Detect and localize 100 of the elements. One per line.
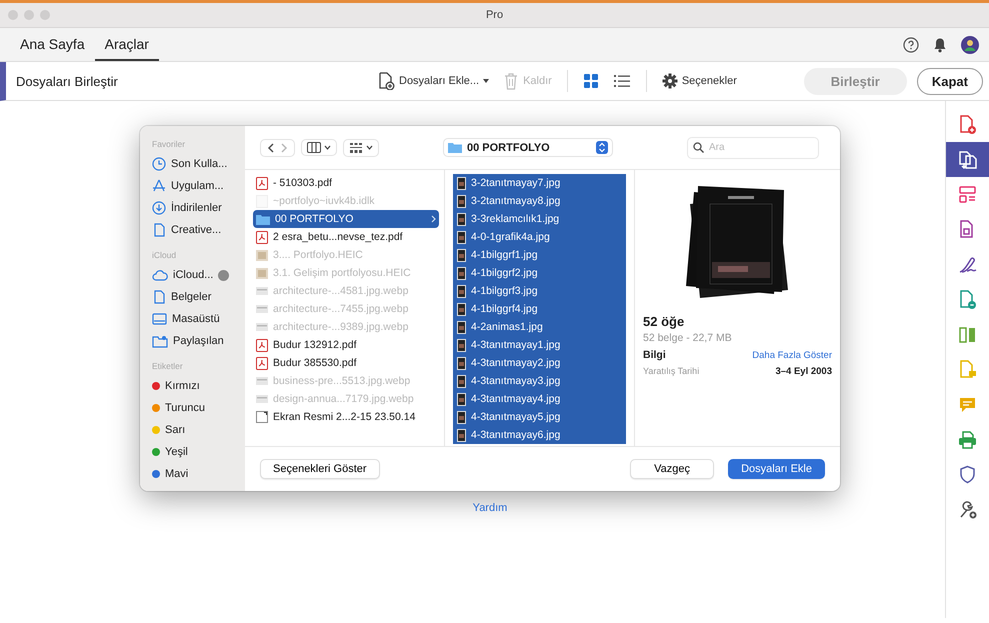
sidebar-item[interactable]: Uygulam... (152, 175, 245, 197)
sidebar-item[interactable]: Son Kulla... (152, 153, 245, 175)
help-icon[interactable] (903, 36, 919, 52)
back-icon (266, 142, 276, 154)
image-thumbnail-icon (457, 374, 466, 388)
document-icon (152, 223, 166, 237)
trash-icon (503, 72, 520, 90)
caret-icon (366, 145, 373, 150)
window-title: Pro (486, 9, 504, 21)
desktop-icon (152, 312, 167, 326)
file-row[interactable]: Budur 385530.pdf (253, 354, 439, 372)
file-row[interactable]: 4-2animas1.jpg (453, 318, 626, 336)
bell-icon[interactable] (933, 36, 947, 52)
image-thumbnail-icon (457, 428, 466, 442)
clock-icon (152, 157, 166, 171)
location-popup[interactable]: 00 PORTFOLYO (443, 138, 613, 157)
folder-icon (256, 214, 270, 224)
file-row[interactable]: 4-3tanıtmayay3.jpg (453, 372, 626, 390)
grid-icon (349, 142, 363, 154)
file-row[interactable]: 3-2tanıtmayay7.jpg (453, 174, 626, 192)
tab[interactable]: Ana Sayfa (10, 28, 95, 61)
image-file-icon (256, 395, 268, 403)
document-plus-icon (377, 72, 395, 90)
add-files-button[interactable]: Dosyaları Ekle (728, 459, 825, 479)
file-row[interactable]: 00 PORTFOLYO (253, 210, 439, 228)
file-row[interactable]: 4-3tanıtmayay5.jpg (453, 408, 626, 426)
document-icon (152, 290, 166, 304)
image-file-icon (256, 268, 268, 278)
file-row[interactable]: 4-1bilggrf4.jpg (453, 300, 626, 318)
file-row[interactable]: - 510303.pdf (253, 174, 439, 192)
pdf-file-icon (256, 230, 268, 244)
group-button[interactable] (343, 138, 379, 156)
show-options-button[interactable]: Seçenekleri Göster (260, 459, 380, 479)
file-row[interactable]: 4-1bilggrf2.jpg (453, 264, 626, 282)
sidebar-item[interactable]: Masaüstü (152, 308, 245, 330)
image-thumbnail-icon (457, 320, 466, 334)
sidebar-item[interactable]: iCloud... (152, 264, 245, 286)
columns-view-icon (307, 142, 321, 153)
pdf-file-icon (256, 176, 268, 190)
info-value: 3–4 Eyl 2003 (775, 366, 832, 377)
item-count: 52 öğe (643, 314, 686, 329)
show-more-link[interactable]: Daha Fazla Göster (752, 350, 832, 361)
image-thumbnail-icon (457, 302, 466, 316)
file-row[interactable]: 4-3tanıtmayay4.jpg (453, 390, 626, 408)
image-thumbnail-icon (457, 266, 466, 280)
image-thumbnail-icon (457, 230, 466, 244)
view-mode-button[interactable] (301, 139, 337, 156)
sidebar-item[interactable]: Belgeler (152, 286, 245, 308)
image-thumbnail-icon (457, 194, 466, 208)
file-row[interactable]: 3-3reklamcılık1.jpg (453, 210, 626, 228)
file-row[interactable]: 4-1bilggrf1.jpg (453, 246, 626, 264)
image-thumbnail-icon (457, 410, 466, 424)
pdf-file-icon (256, 338, 268, 352)
file-row[interactable]: 4-0-1grafik4a.jpg (453, 228, 626, 246)
screenshot-file-icon (256, 411, 268, 423)
image-file-icon (256, 377, 268, 385)
file-row[interactable]: Ekran Resmi 2...2-15 23.50.14 (253, 408, 439, 426)
file-row[interactable]: 4-3tanıtmayay2.jpg (453, 354, 626, 372)
back-forward-buttons[interactable] (260, 138, 295, 156)
avatar-icon[interactable] (961, 36, 979, 54)
file-row[interactable]: 4-3tanıtmayay1.jpg (453, 336, 626, 354)
sidebar-item[interactable]: Turuncu (152, 397, 245, 419)
help-link[interactable]: Yardım (472, 502, 508, 514)
tool-button[interactable] (946, 142, 989, 177)
sidebar-item[interactable]: Creative... (152, 219, 245, 241)
image-thumbnail-icon (457, 176, 466, 190)
sidebar-item[interactable]: Sarı (152, 419, 245, 441)
sidebar-item[interactable]: Mavi (152, 463, 245, 485)
image-file-icon (256, 323, 268, 331)
sidebar-heading: iCloud (152, 250, 178, 260)
search-field[interactable]: Ara (687, 136, 819, 158)
image-thumbnail-icon (457, 284, 466, 298)
image-file-icon (256, 250, 268, 260)
image-file-icon (256, 305, 268, 313)
shared-folder-icon (152, 334, 168, 348)
sidebar-item[interactable]: İndirilenler (152, 197, 245, 219)
progress-pie-icon (218, 270, 230, 280)
cancel-button[interactable]: Vazgeç (630, 459, 714, 479)
sidebar-item[interactable]: Paylaşılan (152, 330, 245, 352)
sidebar-heading: Favoriler (152, 139, 186, 149)
sidebar-item[interactable]: Kırmızı (152, 375, 245, 397)
image-thumbnail-icon (457, 212, 466, 226)
list-view-icon[interactable] (612, 73, 631, 89)
caret-icon (324, 145, 331, 150)
image-thumbnail-icon (457, 338, 466, 352)
file-row[interactable]: 4-3tanıtmayay6.jpg (453, 426, 626, 444)
options-button[interactable]: Seçenekler (658, 70, 740, 92)
file-row[interactable]: 4-1bilggrf3.jpg (453, 282, 626, 300)
sidebar-item[interactable]: Yeşil (152, 441, 245, 463)
grid-view-icon[interactable] (582, 73, 599, 89)
stepper-icon (596, 141, 608, 154)
file-row[interactable]: Budur 132912.pdf (253, 336, 439, 354)
file-row[interactable]: 3-2tanıtmayay8.jpg (453, 192, 626, 210)
image-thumbnail-icon (457, 356, 466, 370)
folder-icon (448, 142, 462, 153)
file-row[interactable]: 2 esra_betu...nevse_tez.pdf (253, 228, 439, 246)
close-button[interactable]: Kapat (916, 68, 983, 94)
chevron-icon (431, 215, 436, 223)
image-file-icon (256, 287, 268, 295)
add-files-button[interactable]: Dosyaları Ekle... (374, 69, 492, 93)
